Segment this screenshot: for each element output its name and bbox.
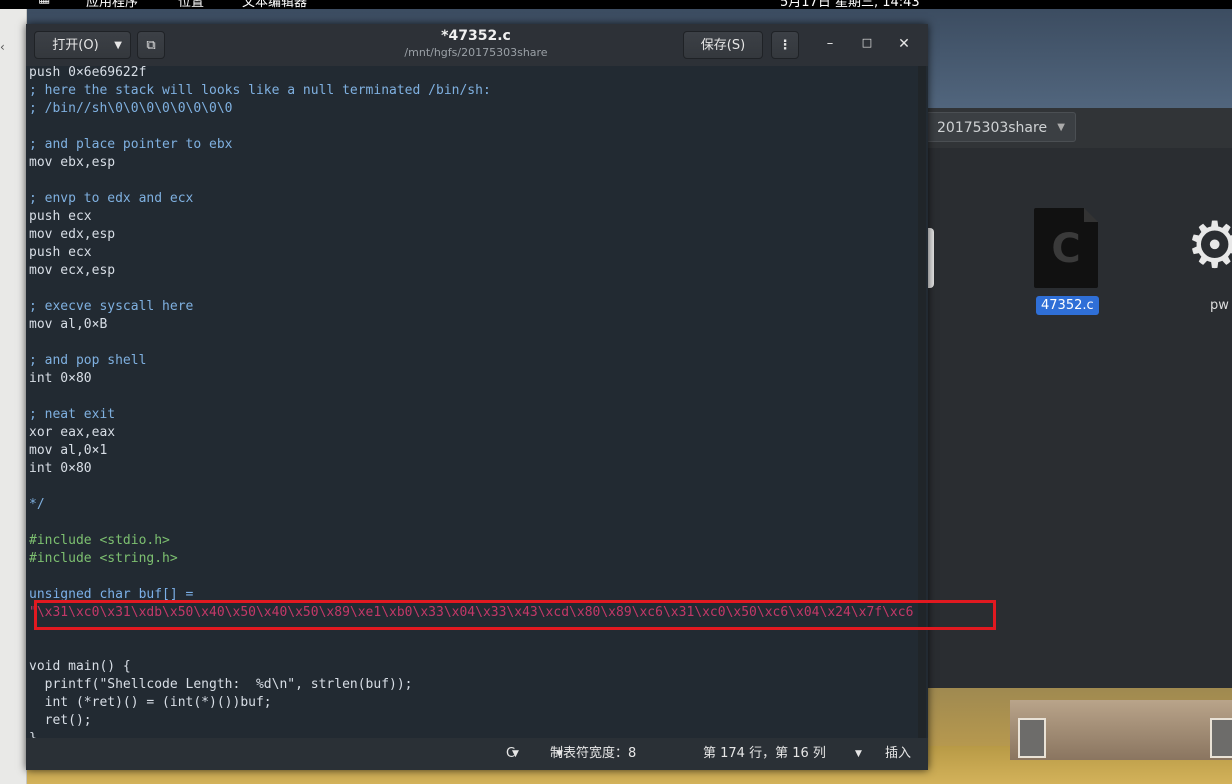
new-document-button[interactable]: ⧉ (137, 31, 165, 59)
window-subtitle: /mnt/hgfs/20175303share (404, 46, 548, 59)
code-line[interactable]: int 0×80 (29, 460, 92, 478)
code-line[interactable]: mov ebx,esp (29, 154, 115, 172)
status-bar: C ▼ 制表符宽度：8 ▼ 第 174 行，第 16 列 ▼ 插入 (26, 738, 928, 770)
code-line[interactable]: ; here the stack will looks like a null … (29, 82, 491, 100)
barn-door (1210, 718, 1232, 758)
window-title: *47352.c (441, 28, 511, 44)
code-line[interactable]: } (29, 730, 37, 738)
minimize-icon[interactable]: – (820, 36, 840, 51)
code-line[interactable]: push ecx (29, 244, 92, 262)
save-button[interactable]: 保存(S) (683, 31, 763, 59)
close-icon[interactable]: ✕ (894, 36, 914, 52)
code-line[interactable]: ; and pop shell (29, 352, 146, 370)
header-bar: 打开(O) ▼ ⧉ *47352.c /mnt/hgfs/20175303sha… (26, 24, 928, 67)
code-line[interactable]: mov al,0×1 (29, 442, 107, 460)
page-fold (1084, 208, 1098, 222)
title-area: *47352.c /mnt/hgfs/20175303share (326, 28, 626, 59)
chevron-down-icon: ▼ (114, 40, 122, 51)
file-manager-header: 20175303share ▼ (926, 108, 1232, 148)
insert-mode[interactable]: 插入 (885, 738, 911, 770)
code-line[interactable]: xor eax,eax (29, 424, 115, 442)
path-button[interactable]: 20175303share ▼ (926, 112, 1076, 142)
code-line[interactable]: ; neat exit (29, 406, 115, 424)
code-line[interactable]: ; /bin//sh\0\0\0\0\0\0\0\0 (29, 100, 233, 118)
code-line[interactable]: ; execve syscall here (29, 298, 193, 316)
code-line[interactable]: ; and place pointer to ebx (29, 136, 233, 154)
annotation-highlight-box (34, 600, 996, 630)
chevron-down-icon: ▼ (512, 749, 519, 759)
text-editor-area[interactable]: push 0×6e69622f; here the stack will loo… (26, 66, 928, 738)
applications-menu[interactable]: 应用程序 (86, 0, 138, 9)
code-line[interactable]: ; envp to edx and ecx (29, 190, 193, 208)
cursor-position-label: 第 174 行，第 16 列 (703, 746, 826, 761)
path-label: 20175303share (937, 120, 1048, 136)
gear-icon[interactable]: ⚙ (1186, 204, 1232, 288)
barn-building (1010, 700, 1232, 760)
document-add-icon: ⧉ (146, 38, 156, 53)
code-line[interactable]: printf("Shellcode Length: %d\n", strlen(… (29, 676, 413, 694)
clock[interactable]: 5月17日 星期三, 14:43 (780, 0, 920, 9)
selected-file-label[interactable]: 47352.c (1036, 296, 1099, 315)
text-editor-menu[interactable]: 文本编辑器 (242, 0, 307, 9)
open-button[interactable]: 打开(O) ▼ (34, 31, 131, 59)
chevron-down-icon: ▼ (556, 749, 563, 759)
left-edge-mark: ‹ (0, 40, 5, 54)
chevron-down-icon: ▼ (1057, 122, 1065, 133)
barn-door (1018, 718, 1046, 758)
maximize-icon[interactable]: □ (857, 36, 877, 49)
menu-icon[interactable]: ⋮ (771, 31, 799, 59)
places-menu[interactable]: 位置 (178, 0, 204, 9)
left-window-edge: ‹ (0, 0, 27, 784)
code-line[interactable]: #include <string.h> (29, 550, 178, 568)
apps-icon[interactable]: ▦ (38, 0, 50, 6)
file-type-letter: C (1051, 226, 1081, 272)
code-line[interactable]: #include <stdio.h> (29, 532, 170, 550)
code-line[interactable]: mov ecx,esp (29, 262, 115, 280)
code-line[interactable]: */ (29, 496, 45, 514)
scrollbar[interactable] (918, 66, 926, 738)
code-line[interactable]: push ecx (29, 208, 92, 226)
code-line[interactable]: mov al,0×B (29, 316, 107, 334)
code-line[interactable]: void main() { (29, 658, 131, 676)
chevron-down-icon[interactable]: ▼ (855, 738, 862, 770)
c-file-icon[interactable]: C (1034, 208, 1098, 288)
code-line[interactable]: mov edx,esp (29, 226, 115, 244)
open-button-label: 打开(O) (52, 38, 99, 53)
top-panel: ▦ 应用程序 位置 文本编辑器 5月17日 星期三, 14:43 (0, 0, 1232, 9)
gedit-window: 打开(O) ▼ ⧉ *47352.c /mnt/hgfs/20175303sha… (26, 24, 928, 770)
code-line[interactable]: int (*ret)() = (int(*)())buf; (29, 694, 272, 712)
code-line[interactable]: ret(); (29, 712, 92, 730)
file-label[interactable]: pw (1210, 298, 1229, 313)
code-line[interactable]: push 0×6e69622f (29, 66, 146, 82)
code-line[interactable]: int 0×80 (29, 370, 92, 388)
